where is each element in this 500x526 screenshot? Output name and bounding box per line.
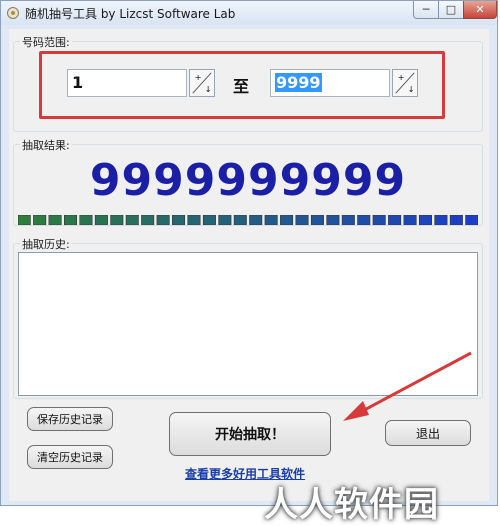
title-bar[interactable]: 随机抽号工具 by Lizcst Software Lab ─ □ ✕ <box>1 1 497 25</box>
range-group-label: 号码范围: <box>20 34 72 50</box>
range-to-spinner[interactable]: + ↓ <box>392 69 418 97</box>
minimize-button[interactable]: ─ <box>413 1 439 19</box>
led-segment <box>110 215 124 225</box>
led-segment <box>156 215 170 225</box>
start-draw-button[interactable]: 开始抽取！ <box>169 412 331 456</box>
save-history-button[interactable]: 保存历史记录 <box>27 407 113 431</box>
spinner-icon: + ↓ <box>192 72 212 94</box>
led-segment <box>233 215 247 225</box>
led-segment <box>187 215 201 225</box>
led-segment <box>48 215 62 225</box>
svg-text:+: + <box>398 72 405 82</box>
app-window: 随机抽号工具 by Lizcst Software Lab ─ □ ✕ 号码范围… <box>0 0 498 525</box>
led-segment <box>63 215 78 225</box>
clear-history-button[interactable]: 清空历史记录 <box>27 445 113 469</box>
spinner-icon: + ↓ <box>395 72 415 94</box>
history-group-label: 抽取历史: <box>20 236 72 252</box>
led-segment <box>465 215 478 225</box>
app-icon <box>7 7 19 19</box>
result-group: 抽取结果: 9999999999 <box>13 137 483 226</box>
red-arrow-annotation <box>343 351 472 421</box>
led-progress-bar <box>18 215 478 225</box>
range-to-input[interactable]: 9999 <box>270 69 390 97</box>
led-segment <box>341 215 355 225</box>
led-segment <box>202 215 216 225</box>
maximize-button[interactable]: □ <box>438 1 464 19</box>
watermark-text: 人人软件园 <box>264 485 439 525</box>
led-segment <box>249 215 263 225</box>
svg-text:+: + <box>195 72 202 82</box>
led-segment <box>449 215 463 225</box>
range-separator: 至 <box>233 77 250 96</box>
led-segment <box>125 215 139 225</box>
close-icon: ✕ <box>475 3 485 16</box>
led-segment <box>141 215 155 225</box>
range-to-value: 9999 <box>275 73 322 92</box>
result-group-label: 抽取结果: <box>20 137 72 153</box>
led-segment <box>403 215 417 225</box>
led-segment <box>434 215 448 225</box>
led-segment <box>172 215 186 225</box>
led-segment <box>372 215 386 225</box>
led-segment <box>295 215 309 225</box>
led-segment <box>94 215 108 225</box>
result-number: 9999999999 <box>89 155 407 206</box>
led-segment <box>388 215 402 225</box>
window-title: 随机抽号工具 by Lizcst Software Lab <box>25 7 236 21</box>
range-from-spinner[interactable]: + ↓ <box>189 69 215 97</box>
led-segment <box>218 215 232 225</box>
client-area: 号码范围: 1 + ↓ 至 9999 + ↓ 抽取结果: 9999999999 … <box>9 29 489 525</box>
led-segment <box>418 215 432 225</box>
led-segment <box>79 215 93 225</box>
led-segment <box>357 215 371 225</box>
led-segment <box>326 215 340 225</box>
led-segment <box>310 215 324 225</box>
led-segment <box>33 215 47 225</box>
range-from-input[interactable]: 1 <box>67 69 187 97</box>
svg-text:↓: ↓ <box>205 84 212 94</box>
range-from-value: 1 <box>72 73 84 92</box>
minimize-icon: ─ <box>422 3 430 16</box>
maximize-icon: □ <box>445 3 457 16</box>
led-segment <box>264 215 278 225</box>
led-segment <box>18 215 31 225</box>
led-segment <box>280 215 294 225</box>
close-button[interactable]: ✕ <box>463 1 497 19</box>
svg-text:↓: ↓ <box>408 84 415 94</box>
